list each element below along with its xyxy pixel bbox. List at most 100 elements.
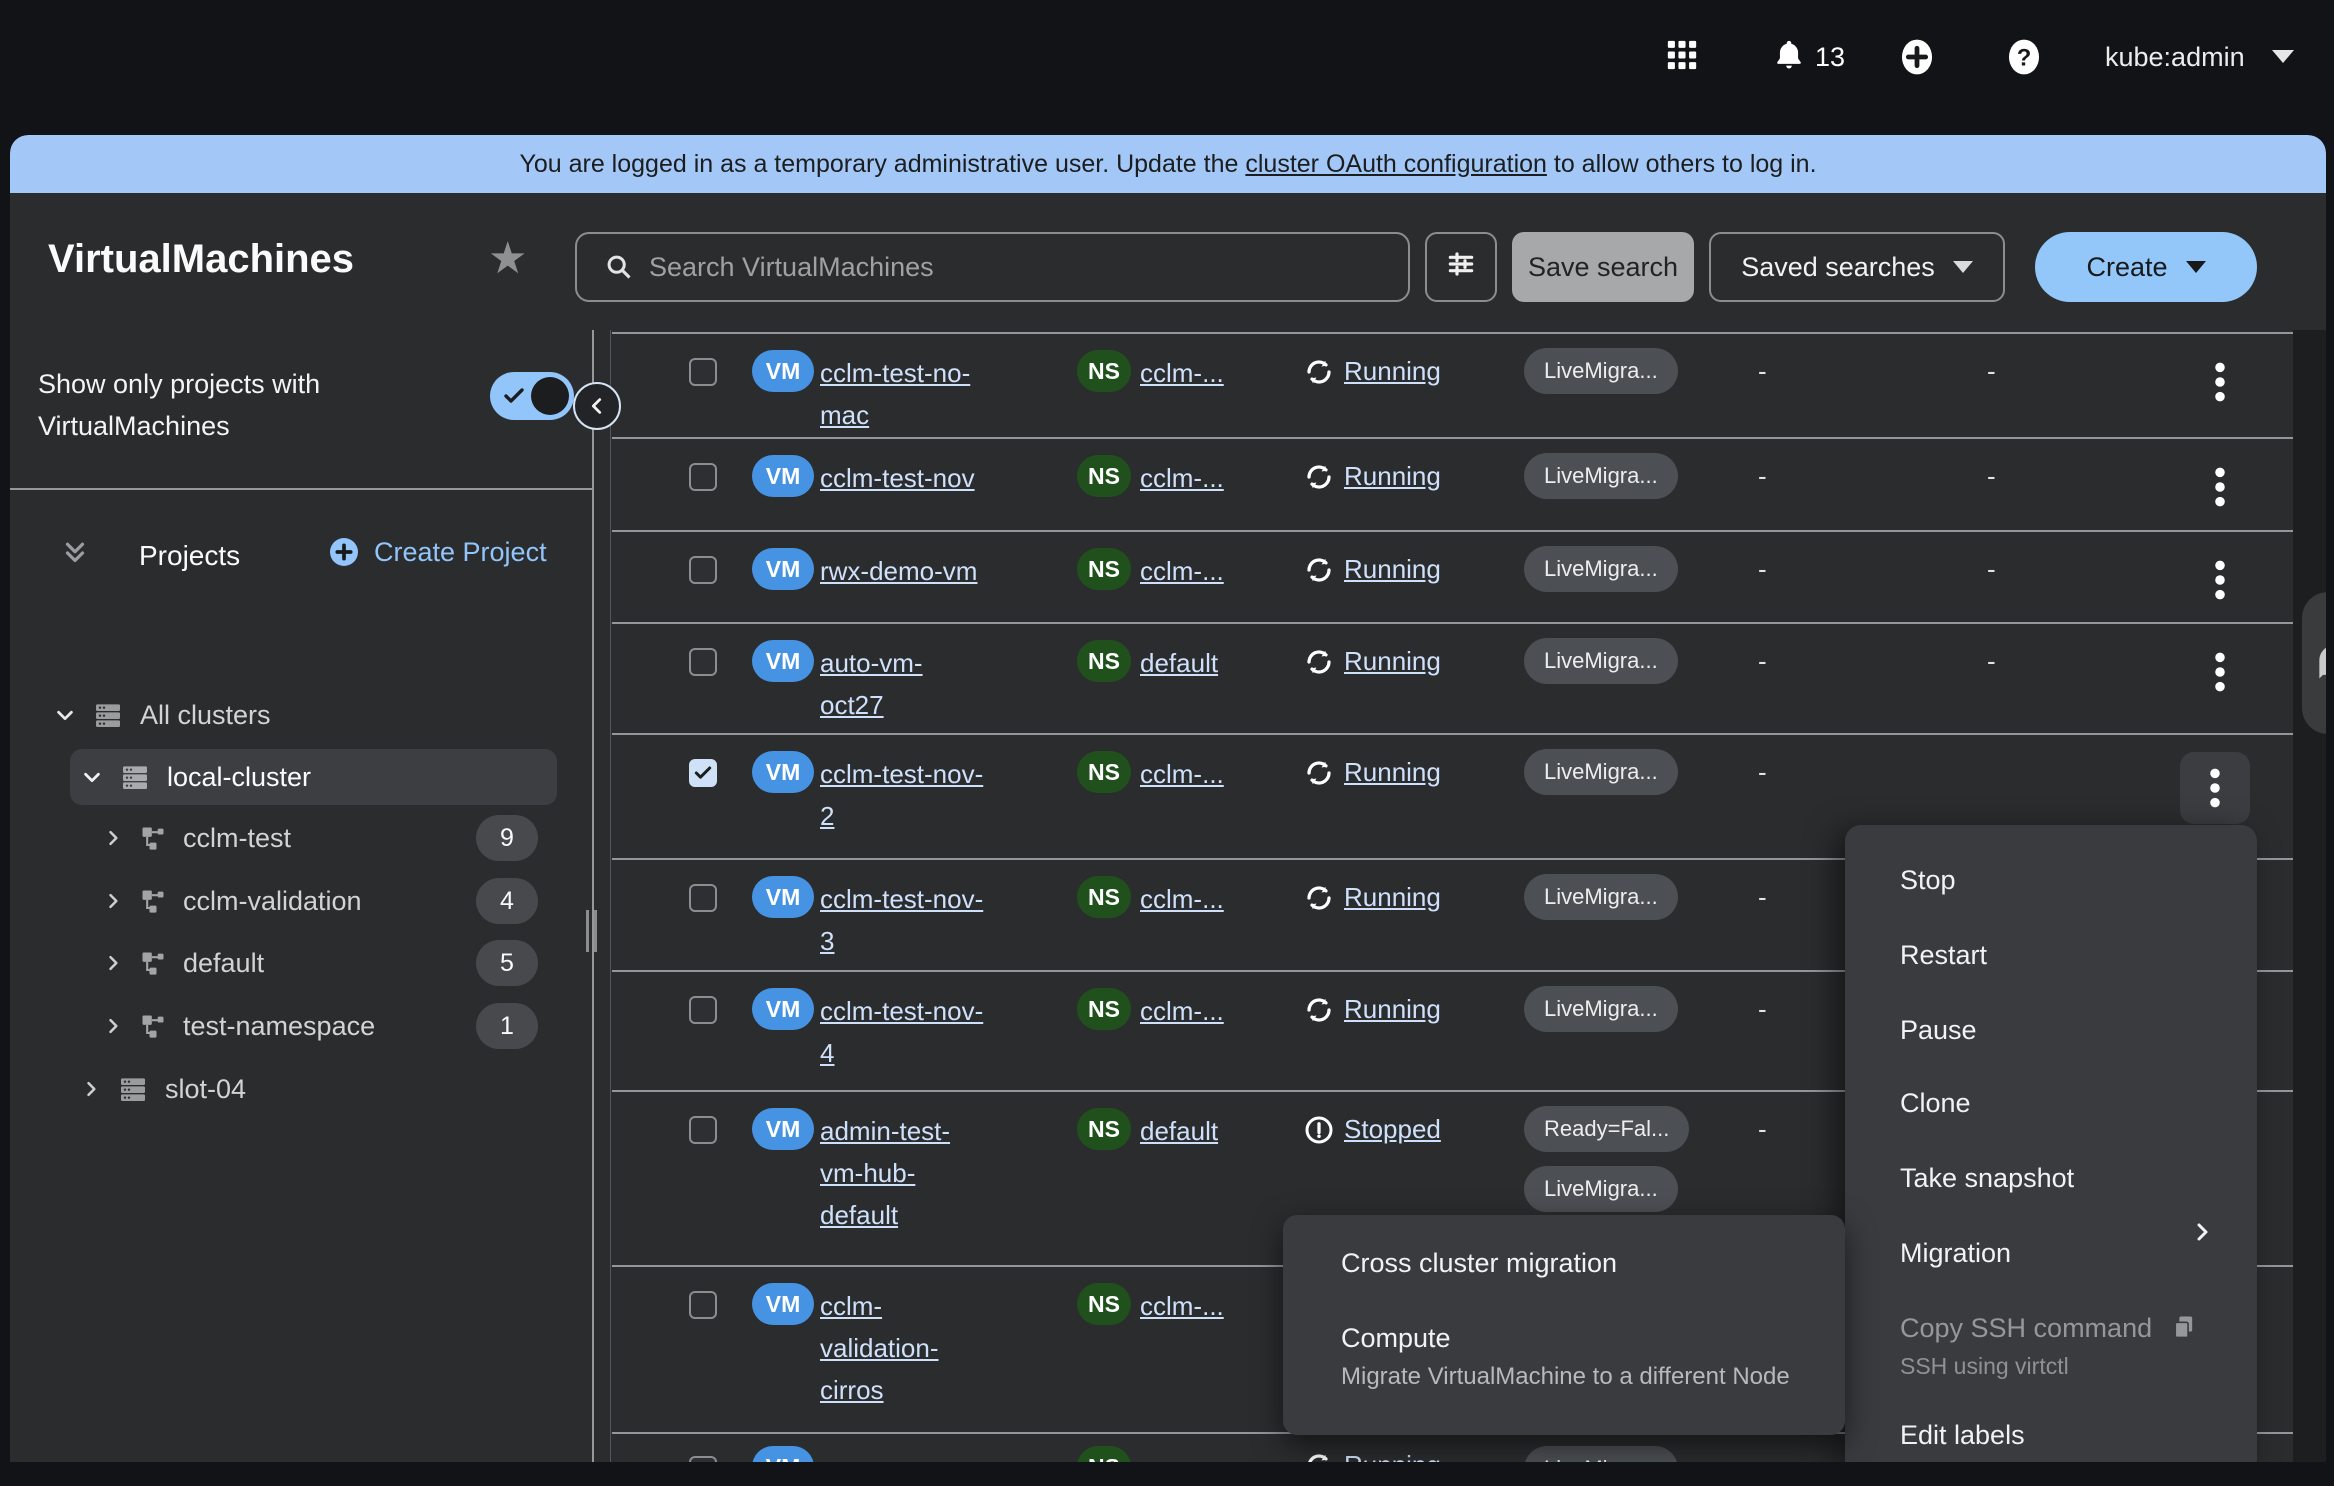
- kebab-menu-button[interactable]: [2192, 457, 2248, 517]
- namespace-link[interactable]: cclm-...: [1140, 358, 1224, 389]
- row-checkbox[interactable]: [689, 463, 717, 491]
- condition-badge[interactable]: LiveMigra...: [1524, 1446, 1678, 1462]
- namespace-link[interactable]: cclm-...: [1140, 556, 1224, 587]
- advanced-filters-button[interactable]: [1425, 232, 1497, 302]
- notifications-bell-icon[interactable]: [1772, 38, 1806, 77]
- chevron-right-icon[interactable]: [81, 1079, 101, 1099]
- node-cell: -: [1758, 757, 1767, 788]
- condition-badge[interactable]: Ready=Fal...: [1524, 1106, 1689, 1152]
- tree-item-test-namespace[interactable]: test-namespace 1: [20, 998, 592, 1054]
- chevron-right-icon[interactable]: [103, 953, 123, 973]
- resize-grip[interactable]: [594, 910, 597, 952]
- namespace-link[interactable]: cclm-...: [1140, 1291, 1224, 1322]
- kebab-menu-button[interactable]: [2192, 642, 2248, 702]
- submenu-item-cross-cluster-migration[interactable]: Cross cluster migration: [1341, 1248, 1617, 1279]
- vm-name-link[interactable]: cclm-validation-cirros: [820, 1285, 939, 1411]
- chevron-down-icon[interactable]: [81, 766, 103, 788]
- kebab-menu-button[interactable]: [2192, 352, 2248, 412]
- kebab-menu-button[interactable]: [2192, 550, 2248, 610]
- node-cell: -: [1758, 1114, 1767, 1145]
- vm-name-link[interactable]: cclm-test-no-mac: [820, 352, 970, 436]
- sidebar-resizer[interactable]: [592, 330, 594, 1462]
- menu-item-migration[interactable]: Migration: [1900, 1238, 2011, 1269]
- angle-double-down-icon[interactable]: [60, 538, 90, 573]
- status-link[interactable]: Running: [1344, 461, 1441, 492]
- app-launcher-icon[interactable]: [1665, 38, 1699, 77]
- notification-count[interactable]: 13: [1815, 42, 1845, 73]
- status-link[interactable]: Stopped: [1344, 1114, 1441, 1145]
- condition-badge[interactable]: LiveMigra...: [1524, 638, 1678, 684]
- search-icon: [605, 253, 633, 281]
- tree-item-default[interactable]: default 5: [20, 935, 592, 991]
- save-search-button[interactable]: Save search: [1512, 232, 1694, 302]
- condition-badge[interactable]: LiveMigra...: [1524, 986, 1678, 1032]
- status-link[interactable]: Running: [1344, 554, 1441, 585]
- row-checkbox[interactable]: [689, 996, 717, 1024]
- row-checkbox[interactable]: [689, 556, 717, 584]
- virtualmachines-page: 13 ? kube:admin You are logged in as a t…: [0, 0, 2334, 1486]
- tree-item-all-clusters[interactable]: All clusters: [20, 687, 592, 743]
- show-only-projects-toggle[interactable]: [490, 372, 574, 420]
- status-link[interactable]: Running: [1344, 1450, 1441, 1462]
- collapse-sidebar-button[interactable]: [573, 382, 621, 430]
- chevron-down-icon[interactable]: [54, 704, 76, 726]
- menu-item-pause[interactable]: Pause: [1900, 1015, 1977, 1046]
- vm-name-link[interactable]: auto-vm-oct27: [820, 642, 923, 726]
- condition-badge[interactable]: LiveMigra...: [1524, 348, 1678, 394]
- vm-name-link[interactable]: cclm-test-nov-2: [820, 753, 983, 837]
- menu-item-edit-labels[interactable]: Edit labels: [1900, 1420, 2025, 1451]
- row-checkbox[interactable]: [689, 1116, 717, 1144]
- menu-item-restart[interactable]: Restart: [1900, 940, 1987, 971]
- chevron-right-icon[interactable]: [103, 891, 123, 911]
- menu-item-stop[interactable]: Stop: [1900, 865, 1956, 896]
- condition-badge[interactable]: LiveMigra...: [1524, 546, 1678, 592]
- vm-name-link[interactable]: cclm-test-nov-3: [820, 878, 983, 962]
- condition-badge[interactable]: LiveMigra...: [1524, 749, 1678, 795]
- row-checkbox-checked[interactable]: [689, 759, 717, 787]
- tree-item-local-cluster[interactable]: local-cluster: [70, 749, 557, 805]
- vm-name-link[interactable]: cclm-test-nov: [820, 457, 975, 499]
- status-link[interactable]: Running: [1344, 994, 1441, 1025]
- namespace-link[interactable]: default: [1140, 648, 1218, 679]
- tree-item-slot-04[interactable]: slot-04: [20, 1061, 592, 1117]
- search-input[interactable]: [647, 251, 1351, 284]
- vm-name-link[interactable]: cclm-test-nov-4: [820, 990, 983, 1074]
- kebab-menu-button-active[interactable]: [2180, 752, 2250, 824]
- user-menu[interactable]: kube:admin: [2105, 42, 2245, 73]
- namespace-link[interactable]: cclm-...: [1140, 884, 1224, 915]
- tree-item-cclm-test[interactable]: cclm-test 9: [20, 810, 592, 866]
- status-link[interactable]: Running: [1344, 757, 1441, 788]
- chevron-right-icon[interactable]: [103, 828, 123, 848]
- condition-badge[interactable]: LiveMigra...: [1524, 453, 1678, 499]
- saved-searches-dropdown[interactable]: Saved searches: [1709, 232, 2005, 302]
- create-button[interactable]: Create: [2035, 232, 2257, 302]
- namespace-link[interactable]: cclm-...: [1140, 996, 1224, 1027]
- status-link[interactable]: Running: [1344, 356, 1441, 387]
- row-checkbox[interactable]: [689, 358, 717, 386]
- import-plus-icon[interactable]: [1898, 38, 1936, 81]
- namespace-link[interactable]: cclm-...: [1140, 759, 1224, 790]
- help-icon[interactable]: ?: [2005, 38, 2043, 81]
- condition-badge[interactable]: LiveMigra...: [1524, 1166, 1678, 1212]
- status-link[interactable]: Running: [1344, 882, 1441, 913]
- submenu-item-compute[interactable]: Compute: [1341, 1323, 1451, 1354]
- vm-name-link[interactable]: admin-test-vm-hub-default: [820, 1110, 950, 1236]
- resize-grip[interactable]: [586, 910, 589, 952]
- row-checkbox[interactable]: [689, 1291, 717, 1319]
- menu-item-clone[interactable]: Clone: [1900, 1088, 1971, 1119]
- chevron-right-icon[interactable]: [103, 1016, 123, 1036]
- favorite-star-icon[interactable]: ★: [488, 237, 527, 281]
- lightspeed-assistant-button[interactable]: [2302, 592, 2326, 734]
- namespace-link[interactable]: cclm-...: [1140, 463, 1224, 494]
- status-link[interactable]: Running: [1344, 646, 1441, 677]
- vm-name-link[interactable]: rwx-demo-vm: [820, 550, 977, 592]
- menu-item-take-snapshot[interactable]: Take snapshot: [1900, 1163, 2074, 1194]
- namespace-link[interactable]: default: [1140, 1116, 1218, 1147]
- tree-item-cclm-validation[interactable]: cclm-validation 4: [20, 873, 592, 929]
- condition-badge[interactable]: LiveMigra...: [1524, 874, 1678, 920]
- cluster-oauth-configuration-link[interactable]: cluster OAuth configuration: [1245, 150, 1547, 178]
- row-checkbox[interactable]: [689, 1456, 717, 1462]
- row-checkbox[interactable]: [689, 884, 717, 912]
- create-project-button[interactable]: Create Project: [328, 536, 547, 568]
- row-checkbox[interactable]: [689, 648, 717, 676]
